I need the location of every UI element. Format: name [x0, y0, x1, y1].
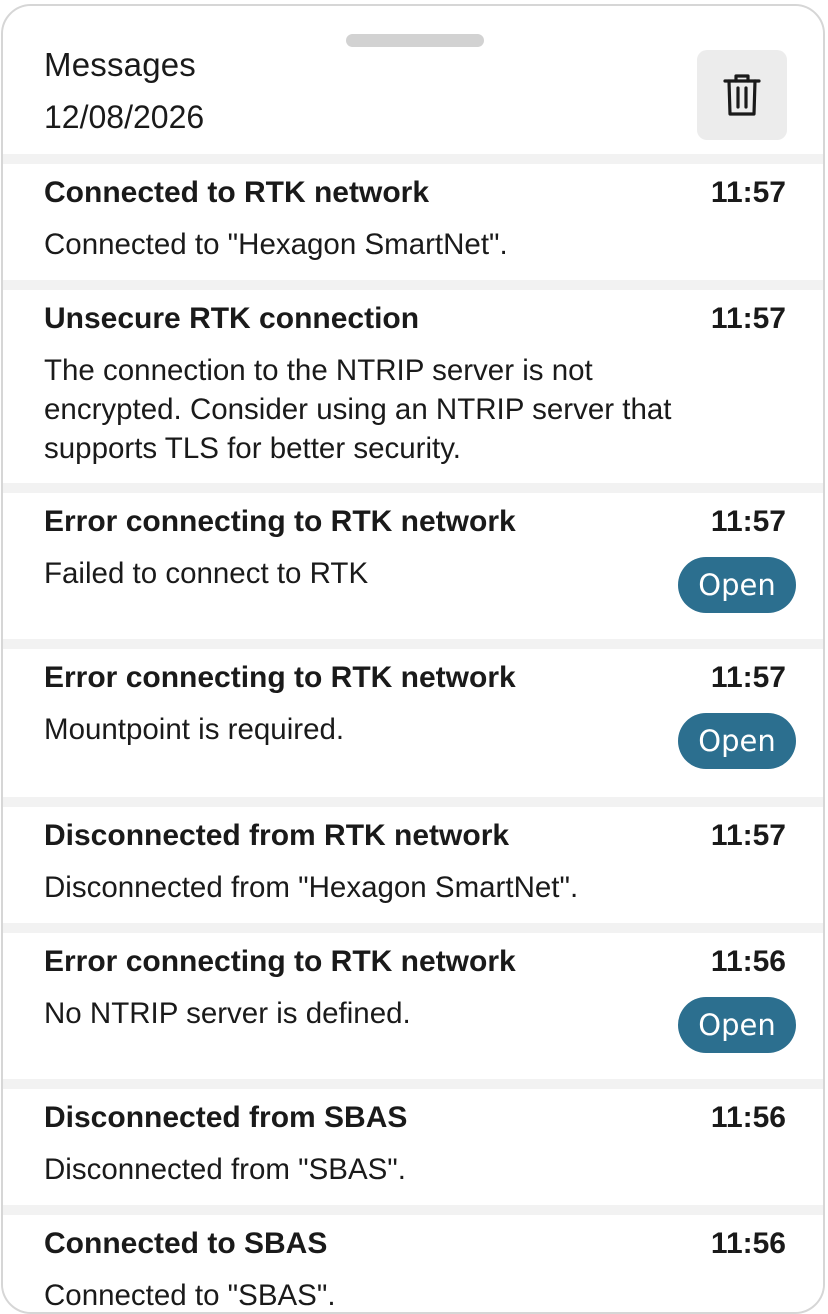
page-title: Messages	[44, 46, 197, 83]
message-time: 11:57	[710, 661, 786, 694]
message-body: Disconnected from "Hexagon SmartNet".	[44, 871, 579, 904]
message-body: No NTRIP server is defined.	[44, 997, 411, 1030]
message-item: Error connecting to RTK network 11:57 Fa…	[3, 493, 823, 639]
messages-sheet: Messages 12/08/2026 Connected to RTK net…	[1, 4, 825, 1314]
date-label: 12/08/2026	[44, 99, 205, 135]
message-title: Connected to RTK network	[44, 176, 430, 209]
delete-all-button[interactable]	[697, 50, 787, 140]
message-body: Connected to "SBAS".	[44, 1279, 336, 1312]
drag-handle[interactable]	[346, 34, 484, 47]
message-title: Error connecting to RTK network	[44, 945, 516, 978]
messages-header: Messages 12/08/2026	[3, 6, 823, 154]
message-item: Disconnected from SBAS 11:56 Disconnecte…	[3, 1089, 823, 1205]
message-item: Unsecure RTK connection 11:57 The connec…	[3, 290, 823, 483]
message-item: Error connecting to RTK network 11:56 No…	[3, 933, 823, 1079]
message-time: 11:57	[710, 819, 786, 852]
message-body: Mountpoint is required.	[44, 713, 345, 746]
message-time: 11:57	[710, 302, 786, 335]
message-time: 11:56	[710, 1101, 786, 1134]
message-title: Error connecting to RTK network	[44, 661, 516, 694]
message-item: Disconnected from RTK network 11:57 Disc…	[3, 807, 823, 923]
message-list: Connected to RTK network 11:57 Connected…	[3, 164, 823, 1312]
message-title: Unsecure RTK connection	[44, 302, 420, 335]
message-title: Disconnected from SBAS	[44, 1101, 408, 1134]
message-title: Connected to SBAS	[44, 1227, 328, 1260]
message-item: Error connecting to RTK network 11:57 Mo…	[3, 649, 823, 797]
message-time: 11:56	[710, 1227, 786, 1260]
open-button[interactable]: Open	[678, 713, 796, 769]
message-body: Connected to "Hexagon SmartNet".	[44, 228, 508, 261]
message-title: Error connecting to RTK network	[44, 505, 516, 538]
message-body: The connection to the NTRIP server is no…	[44, 354, 672, 465]
message-item: Connected to SBAS 11:56 Connected to "SB…	[3, 1215, 823, 1312]
open-button[interactable]: Open	[678, 557, 796, 613]
trash-icon	[723, 74, 761, 116]
message-time: 11:56	[710, 945, 786, 978]
message-title: Disconnected from RTK network	[44, 819, 510, 852]
message-time: 11:57	[710, 176, 786, 209]
message-body: Failed to connect to RTK	[44, 557, 369, 590]
message-item: Connected to RTK network 11:57 Connected…	[3, 164, 823, 280]
open-button[interactable]: Open	[678, 997, 796, 1053]
message-time: 11:57	[710, 505, 786, 538]
message-body: Disconnected from "SBAS".	[44, 1153, 406, 1186]
